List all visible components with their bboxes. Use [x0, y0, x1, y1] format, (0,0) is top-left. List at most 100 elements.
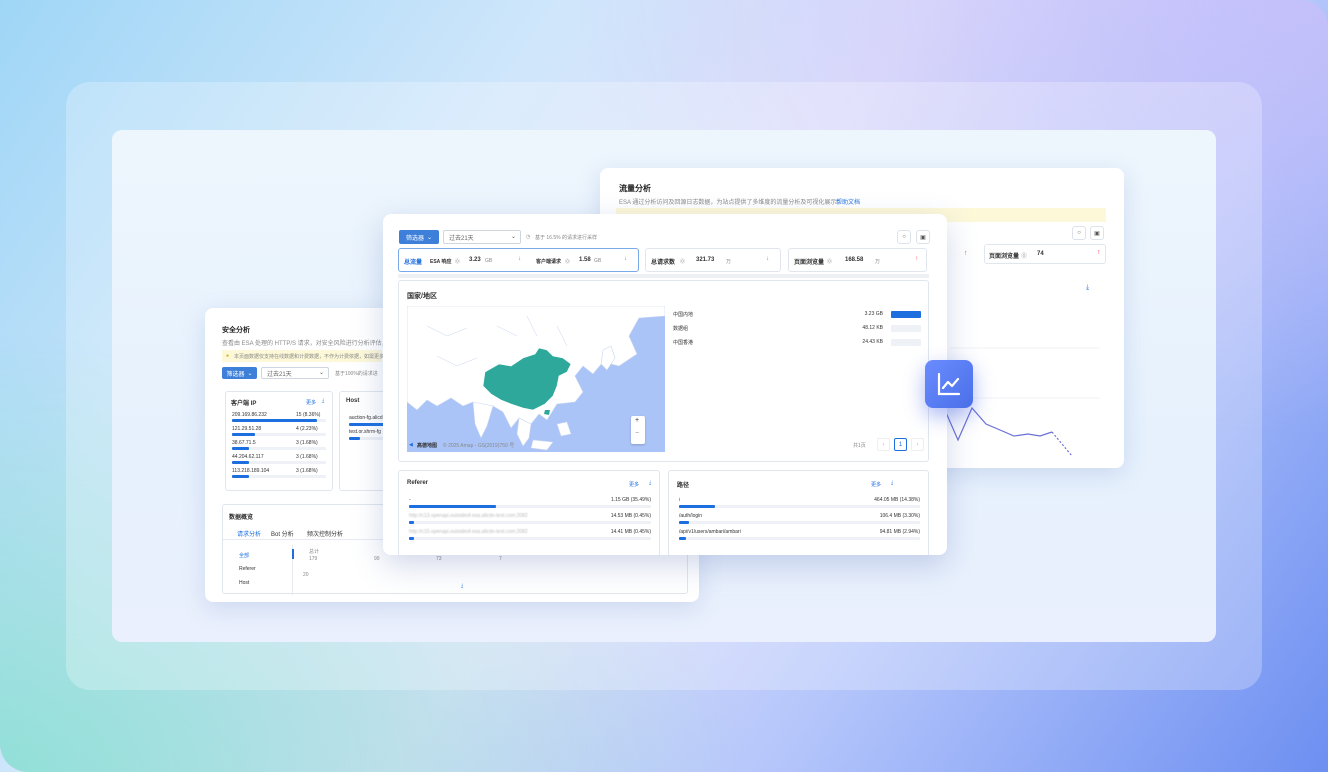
- region-name: 中国香港: [673, 340, 694, 346]
- total-req-unit: 万: [726, 259, 732, 265]
- tab-request-analysis[interactable]: 请求分析: [237, 529, 261, 538]
- chevron-down-icon: ⌄: [247, 370, 253, 377]
- host-row: auction-fg.alicd: [349, 415, 383, 421]
- security-filter-button[interactable]: 筛选器 ⌄: [222, 367, 257, 379]
- clock-icon: ◷: [526, 234, 531, 240]
- security-desc: 查看由 ESA 处理的 HTTP/S 请求，对安全风险进行分析评估，同时: [222, 341, 400, 347]
- client-req-value: 1.58: [579, 257, 591, 263]
- total-req-label: 总请求数: [651, 260, 676, 266]
- path-panel: 路径 更多 ⤓ / 464.05 MB (14.38%) /auth/login 10…: [668, 470, 929, 555]
- ip-bar: [232, 419, 326, 422]
- collapse-icon[interactable]: ⤓: [322, 398, 324, 404]
- more-link[interactable]: 更多: [306, 399, 316, 406]
- warning-icon: ●: [226, 353, 230, 359]
- analytics-chart-icon[interactable]: [925, 360, 973, 408]
- path-name: /: [679, 497, 681, 503]
- collapse-icon[interactable]: ⤓: [649, 480, 651, 486]
- region-title: 国家/地区: [407, 293, 437, 300]
- prev-page-button[interactable]: ‹: [877, 438, 890, 451]
- ip-address: 209.169.86.232: [232, 412, 267, 418]
- pv-label: 页面浏览量: [794, 260, 825, 266]
- path-value: 94.81 MB (2.94%): [879, 529, 920, 535]
- total-traffic-metric[interactable]: 总流量 ESA 响应 ⓪ 3.23 GB ↓ 客户端请求 ⓪ 1.58 GB ↓: [398, 248, 639, 272]
- help-icon: ⓪: [680, 259, 686, 265]
- axis-tick: 20: [303, 572, 309, 578]
- host-bar: [349, 437, 387, 440]
- trend-down-icon: ↓: [766, 256, 769, 262]
- list-bar: [409, 505, 651, 508]
- ip-value: 15 (8.36%): [296, 412, 321, 418]
- time-range-select[interactable]: 过去21天 ⌄: [443, 230, 521, 244]
- line-chart-icon: [937, 372, 961, 396]
- sum-label: 总计: [309, 549, 320, 555]
- zoom-in-button[interactable]: +: [635, 417, 639, 424]
- column-value: 73: [436, 556, 442, 562]
- path-name: /auth/login: [679, 513, 703, 519]
- collapse-icon[interactable]: ⤓: [891, 480, 893, 486]
- pageview-metric[interactable]: 页面浏览量 ⓪ 168.58 万 ↑: [788, 248, 927, 272]
- tab-bot-analysis[interactable]: Bot 分析: [271, 529, 294, 538]
- pv-unit: 万: [875, 259, 881, 265]
- esa-resp-label: ESA 响应: [430, 259, 452, 265]
- next-page-button[interactable]: ›: [911, 438, 924, 451]
- print-button[interactable]: ▣: [916, 230, 930, 244]
- security-title: 安全分析: [222, 327, 250, 334]
- filter-label: 筛选器: [405, 235, 424, 242]
- total-requests-metric[interactable]: 总请求数 ⓪ 321.73 万 ↓: [645, 248, 781, 272]
- page-number: 1: [898, 442, 903, 448]
- main-dashboard-card: 筛选器 ⌄ 过去21天 ⌄ ◷ 基于 16.5% 的请求进行采样 ○ ▣ 总流量 …: [383, 214, 947, 555]
- region-map: [407, 306, 665, 452]
- region-name: 中国内地: [673, 312, 694, 318]
- client-req-unit: GB: [594, 258, 602, 264]
- list-bar: [679, 537, 920, 540]
- map-zoom-control: + −: [631, 416, 645, 444]
- host-bar: [349, 423, 387, 426]
- security-notice-text: 本页面数据仅支持在线数据和计费数据，不作为计费依据，如需更多数据: [234, 354, 395, 360]
- trend-down-icon: ↓: [518, 256, 521, 262]
- region-bar: [891, 339, 921, 346]
- help-icon: ⓪: [827, 259, 833, 265]
- refresh-button[interactable]: ○: [897, 230, 911, 244]
- security-time-range: 过去21天: [267, 371, 292, 378]
- pagination-total: 共1页: [853, 443, 866, 449]
- side-item-host[interactable]: Host: [239, 580, 249, 586]
- filter-button[interactable]: 筛选器 ⌄: [399, 230, 439, 244]
- help-icon: ⓪: [455, 259, 461, 265]
- referer-name: -: [409, 497, 411, 503]
- side-item-all[interactable]: 全部: [239, 552, 249, 559]
- region-value: 48.12 KB: [862, 325, 883, 331]
- side-item-referer[interactable]: Referer: [239, 566, 256, 572]
- ip-address: 44.204.62.117: [232, 454, 264, 460]
- chevron-down-icon: ⌄: [426, 234, 433, 241]
- tab-rate-limit-analysis[interactable]: 频次控制分析: [307, 529, 343, 538]
- page-button-current[interactable]: 1: [894, 438, 907, 451]
- ip-value: 3 (1.68%): [296, 468, 318, 474]
- map-credit: © 2025 Amap - GS(2019)750 号: [443, 443, 515, 449]
- host-row: test.or.shrm-fg: [349, 429, 381, 435]
- download-icon[interactable]: ⤓: [461, 583, 463, 589]
- zoom-out-button[interactable]: −: [635, 430, 639, 437]
- sample-note: 基于 16.5% 的请求进行采样: [535, 235, 597, 241]
- time-range-value: 过去21天: [449, 235, 474, 242]
- ip-address: 121.29.51.28: [232, 426, 262, 432]
- more-link[interactable]: 更多: [871, 481, 881, 488]
- ip-value: 3 (1.68%): [296, 454, 318, 460]
- ip-bar: [232, 475, 326, 478]
- host-panel: Host auction-fg.alicd test.or.shrm-fg: [339, 391, 387, 491]
- host-title: Host: [346, 398, 360, 404]
- overview-title: 数据概览: [229, 515, 254, 521]
- region-panel: 国家/地区 + − ◀ 高德地图 © 2025 Amap - GS(2019)7…: [398, 280, 929, 462]
- list-bar: [409, 537, 651, 540]
- trend-down-icon: ↓: [624, 256, 627, 262]
- list-bar: [679, 521, 920, 524]
- ip-bar: [232, 447, 326, 450]
- column-value: 7: [499, 556, 502, 562]
- referer-title: Referer: [407, 480, 429, 486]
- chevron-down-icon: ⌄: [510, 234, 516, 240]
- path-value: 106.4 MB (3.30%): [879, 513, 920, 519]
- more-link[interactable]: 更多: [629, 481, 639, 488]
- referer-name: http://c15.openapi.outsideof-esa.alicdn-…: [409, 529, 528, 535]
- security-time-select[interactable]: 过去21天 ⌄: [261, 367, 329, 379]
- security-sample-note: 基于100%的请求进: [335, 371, 378, 377]
- security-filter-label: 筛选器: [226, 371, 245, 378]
